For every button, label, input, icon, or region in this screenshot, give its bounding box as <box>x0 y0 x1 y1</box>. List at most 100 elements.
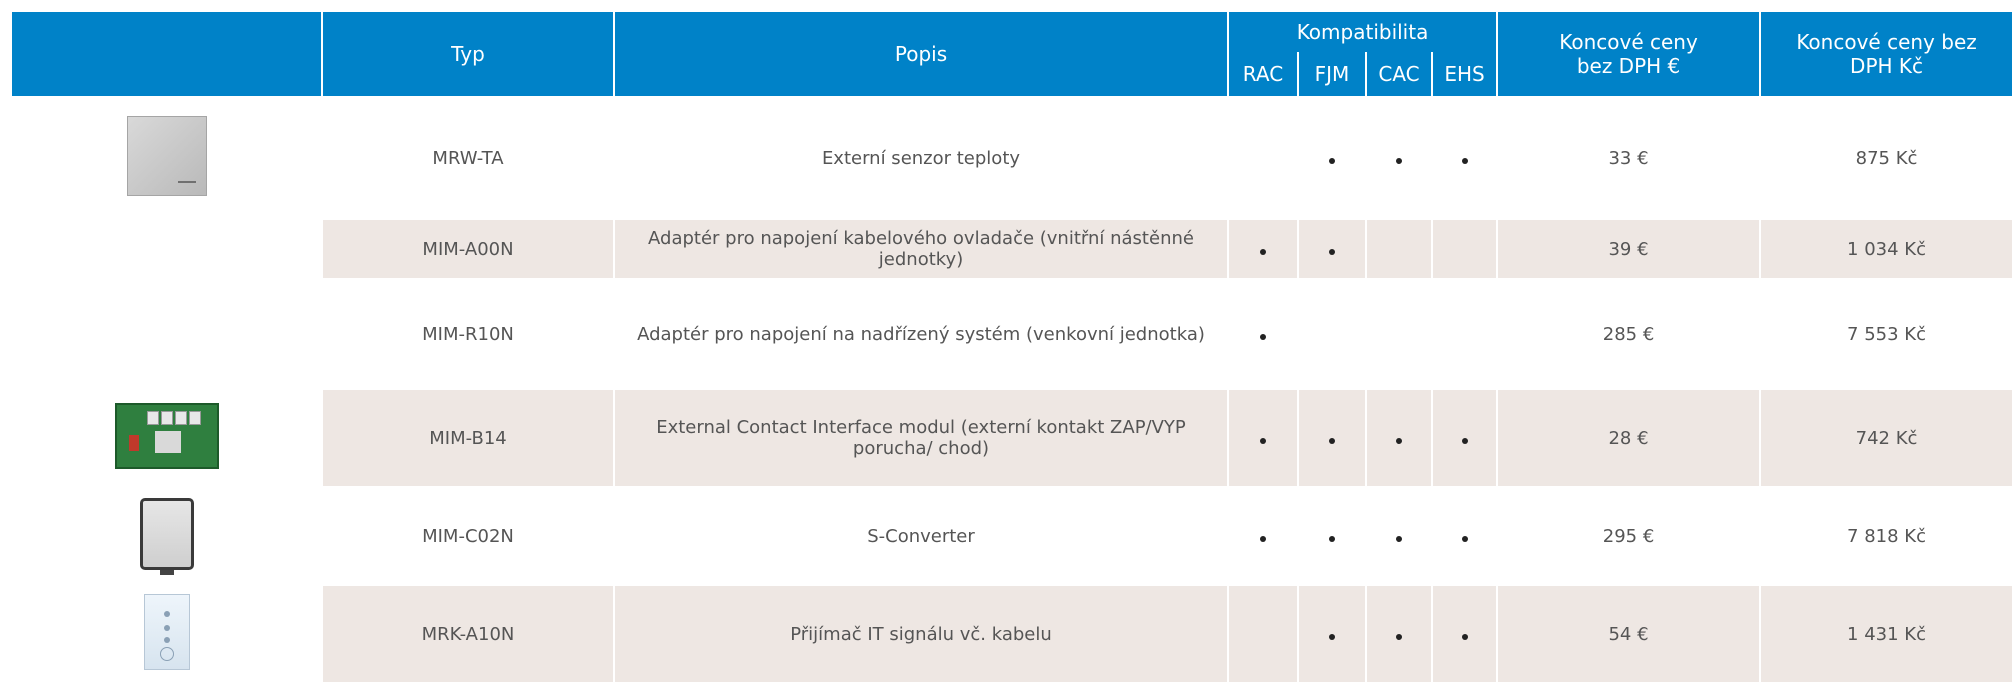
cell-price-eur: 285 € <box>1497 278 1762 390</box>
compat-ehs-cell <box>1432 96 1499 220</box>
cell-price-eur: 295 € <box>1497 486 1762 586</box>
compat-rac-cell <box>1228 390 1299 486</box>
compat-ehs-cell <box>1432 486 1499 586</box>
product-image-cell <box>12 390 323 486</box>
table-row: MIM-R10N Adaptér pro napojení na nadříze… <box>12 278 2012 390</box>
cell-typ: MIM-A00N <box>322 220 615 278</box>
cell-popis: Adaptér pro napojení kabelového ovladače… <box>614 220 1229 278</box>
cell-popis: Přijímač IT signálu vč. kabelu <box>614 586 1229 682</box>
product-image-cell <box>12 220 323 278</box>
product-image-cell <box>12 486 323 586</box>
header-typ: Typ <box>322 12 615 96</box>
circuit-board-image <box>114 402 219 469</box>
compat-dot <box>1329 157 1335 164</box>
terminal-shape <box>188 410 201 425</box>
header-popis: Popis <box>614 12 1229 96</box>
compat-fjm-cell <box>1298 486 1367 586</box>
cell-price-eur: 54 € <box>1497 586 1762 682</box>
cell-price-eur: 33 € <box>1497 96 1762 220</box>
compat-dot <box>1260 333 1266 340</box>
ir-receiver-image <box>143 593 190 670</box>
product-image-cell <box>12 278 323 390</box>
cell-popis: S-Converter <box>614 486 1229 586</box>
product-image-cell <box>12 96 323 220</box>
cell-popis: Externí senzor teploty <box>614 96 1229 220</box>
cell-price-czk: 7 553 Kč <box>1847 323 1926 345</box>
s-converter-image <box>139 497 194 575</box>
terminal-shape <box>174 410 187 425</box>
receiver-ring-shape <box>159 646 174 661</box>
compat-ehs-cell <box>1432 390 1499 486</box>
cell-price-czk: 1 034 Kč <box>1760 220 2012 278</box>
header-price-eur: Koncové ceny bez DPH € <box>1497 12 1762 96</box>
table-row: MIM-B14 External Contact Interface modul… <box>12 390 2012 486</box>
header-price-eur-line1: Koncové ceny <box>1559 30 1698 54</box>
compat-fjm-cell <box>1298 278 1367 390</box>
compat-rac-cell <box>1228 220 1299 278</box>
header-kompatibilita: Kompatibilita <box>1228 12 1499 52</box>
compat-ehs-cell <box>1432 278 1499 390</box>
compat-rac-cell <box>1228 486 1299 586</box>
table-row: MRK-A10N Přijímač IT signálu vč. kabelu … <box>12 586 2012 682</box>
header-compat-ehs: EHS <box>1432 52 1499 96</box>
receiver-button-shape <box>163 624 170 631</box>
compat-rac-cell <box>1228 278 1299 390</box>
price-table: Typ Popis Kompatibilita Koncové ceny bez… <box>12 12 2012 682</box>
component-shape <box>128 434 139 451</box>
table-row: MIM-C02N S-Converter 295 € 7 818 Kč <box>12 486 2012 586</box>
cell-typ: MIM-R10N <box>322 278 615 390</box>
cell-price-czk: 7 818 Kč <box>1847 525 1926 547</box>
compat-cac-cell <box>1366 486 1433 586</box>
cell-popis: External Contact Interface modul (extern… <box>614 390 1229 486</box>
header-price-czk: Koncové ceny bez DPH Kč <box>1760 12 2012 96</box>
compat-fjm-cell <box>1298 220 1367 278</box>
header-compat-fjm: FJM <box>1298 52 1367 96</box>
compat-cac-cell <box>1366 390 1433 486</box>
cell-typ: MRW-TA <box>322 96 615 220</box>
compat-dot <box>1461 157 1468 164</box>
header-image-col <box>12 12 323 96</box>
cell-price-czk: 742 Kč <box>1760 390 2012 486</box>
compat-cac-cell <box>1366 96 1433 220</box>
cell-price-czk: 875 Kč <box>1855 147 1918 169</box>
header-price-czk-line1: Koncové ceny bez <box>1796 30 1977 54</box>
cell-typ: MIM-C02N <box>322 486 615 586</box>
cell-price-czk: 1 431 Kč <box>1760 586 2012 682</box>
compat-dot <box>1329 535 1335 542</box>
product-image-cell <box>12 586 323 682</box>
table-row: MRW-TA Externí senzor teploty 33 € 875 K… <box>12 96 2012 220</box>
compat-ehs-cell <box>1432 586 1499 682</box>
terminal-shape <box>160 410 173 425</box>
table-row: MIM-A00N Adaptér pro napojení kabelového… <box>12 220 2012 278</box>
compat-dot <box>1260 535 1266 542</box>
compat-rac-cell <box>1228 96 1299 220</box>
header-price-czk-line2: DPH Kč <box>1850 54 1924 78</box>
compat-cac-cell <box>1366 586 1433 682</box>
compat-dot <box>1461 437 1468 444</box>
cell-typ: MRK-A10N <box>322 586 615 682</box>
compat-cac-cell <box>1366 278 1433 390</box>
compat-dot <box>1396 633 1402 640</box>
compat-dot <box>1396 157 1402 164</box>
compat-cac-cell <box>1366 220 1433 278</box>
compat-rac-cell <box>1228 586 1299 682</box>
receiver-button-shape <box>163 636 170 643</box>
header-compat-rac: RAC <box>1228 52 1299 96</box>
compat-dot <box>1260 437 1266 444</box>
compat-dot <box>1329 437 1335 444</box>
temperature-sensor-image <box>126 115 207 196</box>
cell-price-eur: 39 € <box>1497 220 1762 278</box>
header-price-eur-line2: bez DPH € <box>1576 54 1681 78</box>
compat-dot <box>1461 535 1468 542</box>
cell-popis: Adaptér pro napojení na nadřízený systém… <box>614 278 1229 390</box>
header-compat-cac: CAC <box>1366 52 1433 96</box>
terminal-shape <box>146 410 159 425</box>
compat-dot <box>1329 248 1335 255</box>
compat-dot <box>1396 535 1402 542</box>
compat-fjm-cell <box>1298 586 1367 682</box>
compat-dot <box>1396 437 1402 444</box>
cell-price-eur: 28 € <box>1497 390 1762 486</box>
compat-fjm-cell <box>1298 390 1367 486</box>
compat-ehs-cell <box>1432 220 1499 278</box>
compat-dot <box>1461 633 1468 640</box>
